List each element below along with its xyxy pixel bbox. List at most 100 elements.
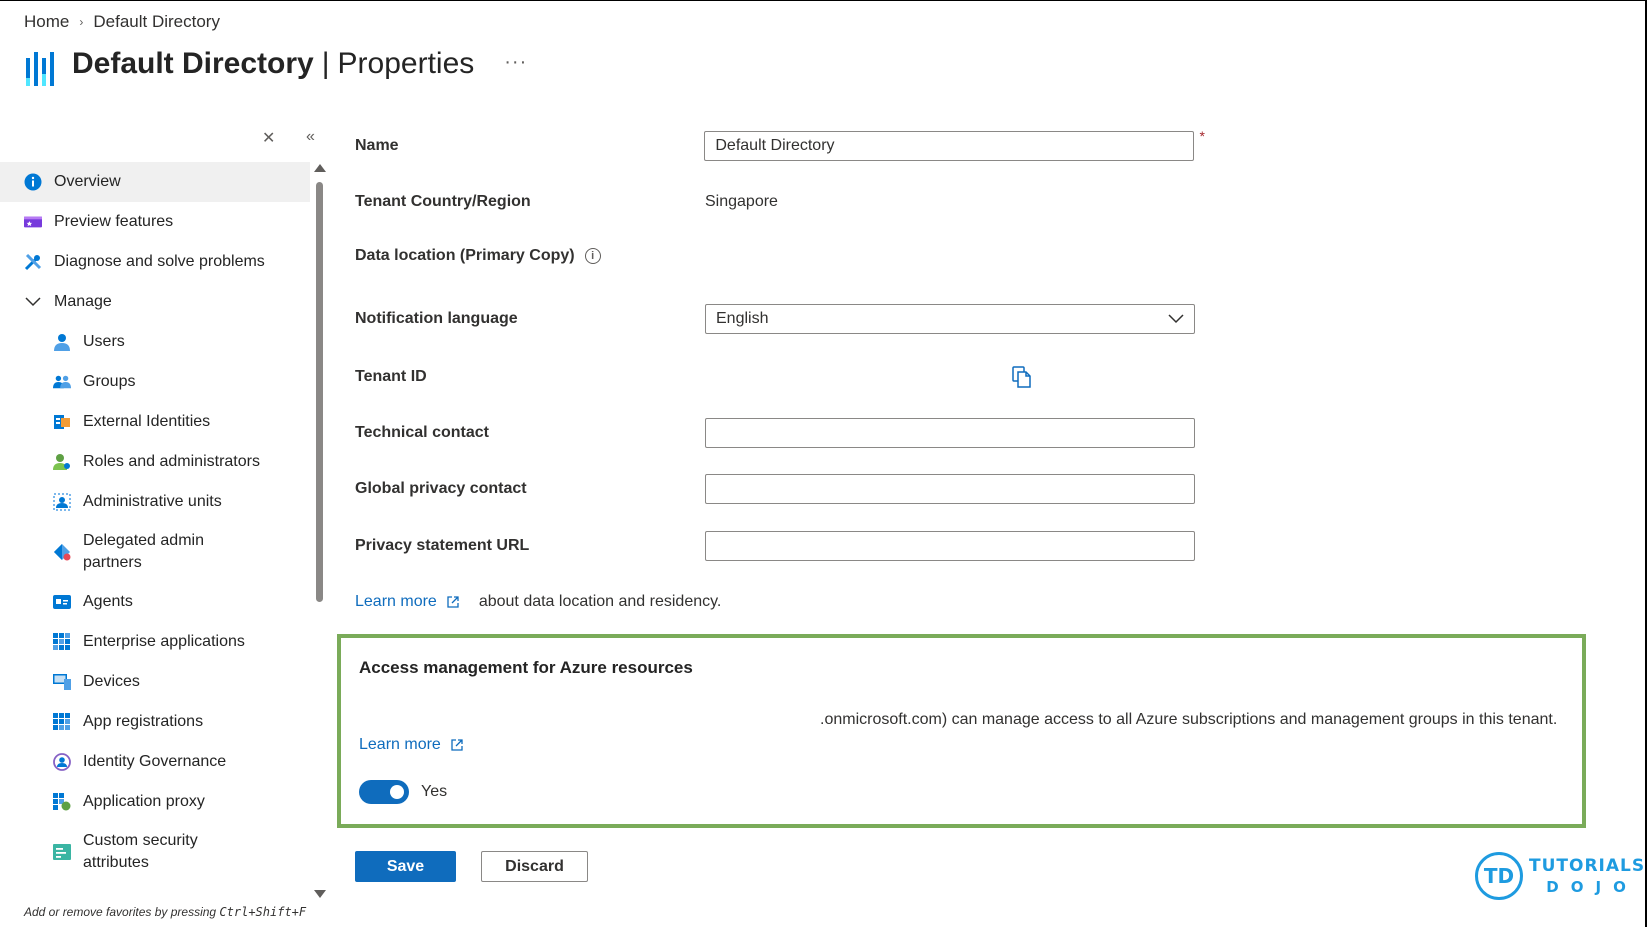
toggle-label: Yes (421, 783, 448, 800)
app-registrations-icon (53, 713, 71, 731)
agents-icon (53, 593, 71, 611)
scroll-up-arrow-icon[interactable] (314, 164, 326, 172)
sidebar-item-agents[interactable]: Agents (0, 582, 310, 622)
user-icon (53, 333, 71, 351)
tutorials-dojo-logo: TD TUTORIALS DOJO (1475, 852, 1645, 900)
sidebar-item-label: Administrative units (83, 493, 222, 510)
global-privacy-row: Global privacy contact (355, 473, 1205, 505)
name-input[interactable]: Default Directory (704, 131, 1194, 161)
close-icon[interactable]: ✕ (262, 128, 275, 148)
sidebar-item-diagnose[interactable]: Diagnose and solve problems (0, 242, 310, 282)
sidebar-item-app-registrations[interactable]: App registrations (0, 702, 310, 742)
access-learn-more-link[interactable]: Learn more (359, 736, 441, 754)
save-button[interactable]: Save (355, 851, 456, 882)
chevron-right-icon: › (79, 15, 84, 29)
country-value: Singapore (705, 193, 778, 210)
name-row: Name Default Directory * (355, 128, 1205, 162)
sidebar-item-label: Users (83, 333, 125, 350)
privacy-url-input[interactable] (705, 531, 1195, 561)
sidebar-item-label: Roles and administrators (83, 453, 260, 470)
breadcrumb-home[interactable]: Home (24, 12, 69, 32)
top-border (0, 0, 1647, 1)
page-title: Default Directory (72, 47, 314, 80)
country-row: Tenant Country/Region Singapore (355, 186, 1205, 218)
sidebar-item-devices[interactable]: Devices (0, 662, 310, 702)
enterprise-apps-icon (53, 633, 71, 651)
collapse-sidebar-icon[interactable]: « (306, 128, 315, 146)
sidebar-item-admin-units[interactable]: Administrative units (0, 482, 310, 522)
more-options-icon[interactable]: ··· (504, 51, 527, 74)
sidebar-item-label: Overview (54, 173, 121, 190)
chevron-down-icon (24, 293, 42, 311)
access-management-section: Access management for Azure resources .o… (337, 634, 1586, 828)
sidebar-item-app-proxy[interactable]: Application proxy (0, 782, 310, 822)
global-privacy-input[interactable] (705, 474, 1195, 504)
favorites-hint-text: Add or remove favorites by pressing (24, 905, 220, 919)
sidebar-item-overview[interactable]: Overview (0, 162, 310, 202)
sidebar-item-label: Devices (83, 673, 140, 690)
logo-line2: DOJO (1546, 878, 1638, 896)
info-icon[interactable]: i (584, 248, 601, 264)
sidebar-nav: Overview Preview features Diagnose and s… (0, 162, 310, 882)
sidebar-item-roles[interactable]: Roles and administrators (0, 442, 310, 482)
sidebar-item-groups[interactable]: Groups (0, 362, 310, 402)
sidebar-item-label: Delegated admin partners (83, 532, 204, 571)
admin-units-icon (53, 493, 71, 511)
breadcrumb-current[interactable]: Default Directory (93, 12, 220, 32)
scrollbar-thumb[interactable] (316, 182, 323, 602)
tenant-id-label: Tenant ID (355, 368, 427, 385)
sidebar-item-label: Agents (83, 593, 133, 610)
required-marker: * (1199, 128, 1205, 144)
sidebar-item-custom-security[interactable]: Custom security attributes (0, 822, 310, 882)
groups-icon (53, 373, 71, 391)
wrench-icon (24, 253, 42, 271)
sidebar-item-label: Preview features (54, 213, 174, 230)
notification-language-row: Notification language English (355, 303, 1205, 335)
technical-contact-row: Technical contact (355, 417, 1205, 449)
sidebar-item-label: Custom security attributes (83, 832, 198, 871)
technical-contact-input[interactable] (705, 418, 1195, 448)
external-link-icon[interactable] (451, 739, 463, 751)
sidebar-item-users[interactable]: Users (0, 322, 310, 362)
copy-icon[interactable] (1012, 366, 1032, 388)
page-subtitle: Properties (337, 47, 475, 80)
sidebar-item-label: Groups (83, 373, 136, 390)
app-proxy-icon (53, 793, 71, 811)
sidebar-item-enterprise-apps[interactable]: Enterprise applications (0, 622, 310, 662)
logo-line1: TUTORIALS (1529, 856, 1646, 876)
title-separator: | (321, 47, 330, 80)
data-location-row: Data location (Primary Copy) i (355, 240, 1205, 272)
global-privacy-label: Global privacy contact (355, 480, 527, 497)
country-label: Tenant Country/Region (355, 193, 531, 210)
sidebar-item-identity-governance[interactable]: Identity Governance (0, 742, 310, 782)
sidebar-scrollbar[interactable] (314, 162, 326, 898)
access-toggle-row: Yes (359, 780, 447, 804)
notification-language-value: English (716, 310, 769, 327)
learn-more-data-location: Learn more about data location and resid… (355, 593, 721, 611)
devices-icon (53, 673, 71, 691)
roles-icon (53, 453, 71, 471)
discard-button[interactable]: Discard (481, 851, 588, 882)
info-icon (24, 173, 42, 191)
sidebar-item-label: Enterprise applications (83, 633, 245, 650)
sidebar-item-label: Identity Governance (83, 753, 227, 770)
chevron-down-icon (1168, 314, 1184, 324)
scroll-down-arrow-icon[interactable] (314, 890, 326, 898)
sidebar-group-manage[interactable]: Manage (0, 282, 310, 322)
name-label: Name (355, 137, 399, 154)
access-management-toggle[interactable] (359, 780, 409, 804)
sidebar-item-label: External Identities (83, 413, 211, 430)
notification-language-dropdown[interactable]: English (705, 304, 1195, 334)
learn-more-link[interactable]: Learn more (355, 593, 437, 611)
sidebar-item-preview-features[interactable]: Preview features (0, 202, 310, 242)
identity-governance-icon (53, 753, 71, 771)
logo-badge: TD (1475, 852, 1523, 900)
breadcrumb: Home › Default Directory (24, 12, 220, 32)
learn-more-tail-text: about data location and residency. (478, 593, 722, 610)
sidebar-item-label: Application proxy (83, 793, 205, 810)
directory-icon (26, 52, 54, 86)
sidebar-item-external-identities[interactable]: External Identities (0, 402, 310, 442)
external-link-icon[interactable] (447, 596, 459, 608)
sidebar-item-delegated-admin[interactable]: Delegated admin partners (0, 522, 310, 582)
notification-language-label: Notification language (355, 310, 518, 327)
